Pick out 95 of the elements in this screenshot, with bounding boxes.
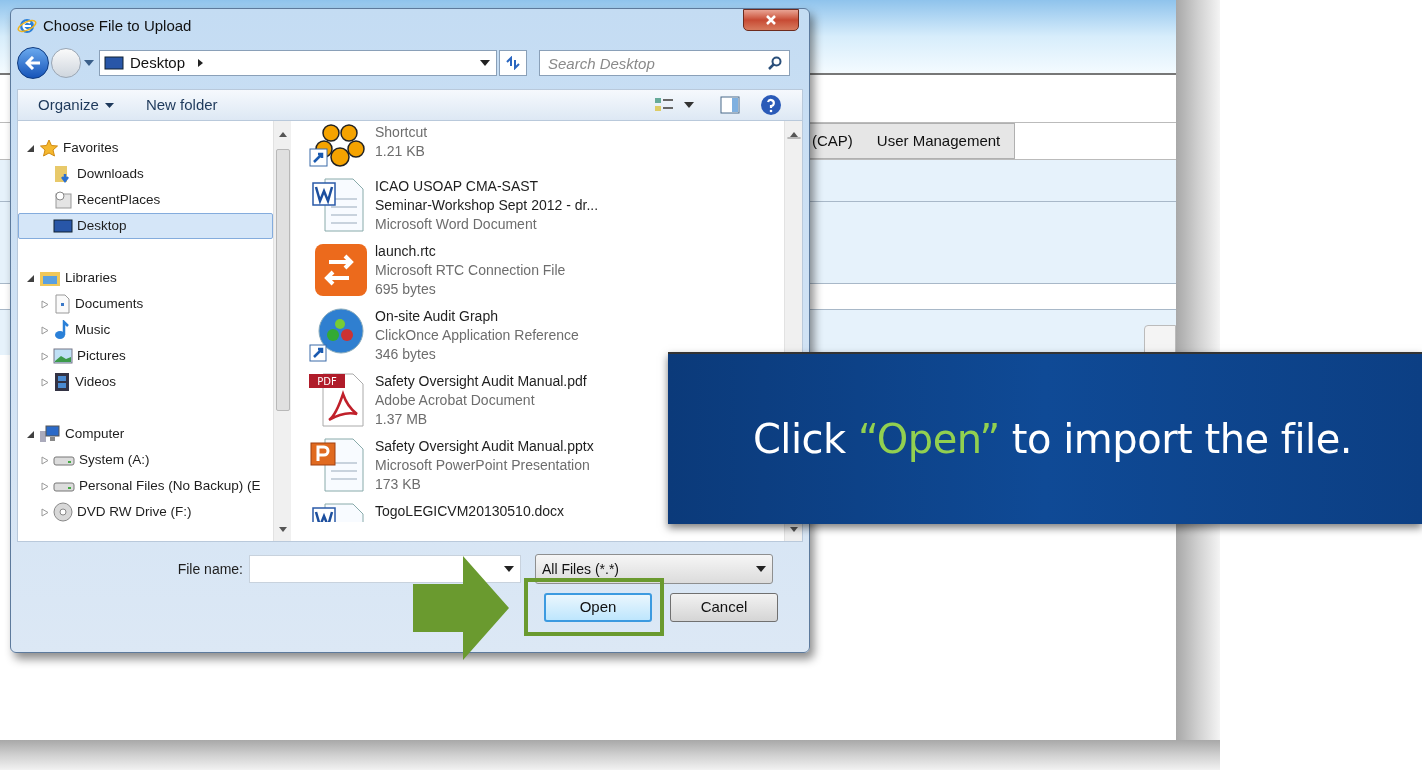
file-name-field[interactable] [249, 555, 521, 583]
document-icon [53, 294, 71, 314]
file-name: Seminar-Workshop Sept 2012 - dr... [375, 196, 599, 215]
file-size: 695 bytes [375, 280, 437, 299]
refresh-button[interactable] [499, 50, 527, 76]
nav-item[interactable]: System (A:) [18, 447, 273, 473]
search-icon [768, 56, 782, 70]
file-name-label: File name: [176, 559, 244, 579]
film-icon [53, 372, 71, 392]
file-item[interactable]: launch.rtc Microsoft RTC Connection File 695 bytes [309, 242, 566, 299]
nav-item[interactable]: Pictures [18, 343, 273, 369]
collapsed-triangle-icon[interactable] [41, 455, 49, 465]
file-type: Microsoft Word Document [375, 215, 538, 234]
collapsed-triangle-icon[interactable] [41, 377, 49, 387]
scroll-up-arrow-icon[interactable] [278, 131, 287, 137]
nav-item[interactable]: Desktop [18, 213, 273, 239]
drive-icon [53, 479, 75, 493]
dropdown-caret-icon [756, 566, 766, 572]
file-size: 1.37 MB [375, 410, 429, 429]
library-folder-icon [39, 269, 61, 287]
collapsed-triangle-icon[interactable] [41, 507, 49, 517]
file-name: Safety Oversight Audit Manual.pdf [375, 372, 587, 391]
pdf-label: PDF [317, 376, 337, 387]
file-name: ICAO USOAP CMA-SAST [375, 177, 540, 196]
desktop-icon [53, 218, 73, 234]
close-button[interactable] [743, 9, 799, 31]
organize-button[interactable]: Organize [38, 93, 114, 117]
file-item[interactable]: Shortcut 1.21 KB [309, 123, 428, 169]
callout-text: Click “Open” to import the file. [752, 415, 1352, 464]
page-button[interactable] [1144, 325, 1176, 355]
cancel-button[interactable]: Cancel [670, 592, 778, 622]
nav-item[interactable]: Favorites [18, 135, 273, 161]
dropdown-caret-icon[interactable] [504, 566, 514, 572]
music-note-icon [53, 320, 71, 340]
file-type: Microsoft RTC Connection File [375, 261, 566, 280]
file-item[interactable]: PDF Safety Oversight Audit Manual.pdf Adobe Acrobat Document 1.37 MB [309, 372, 587, 429]
file-type: Adobe Acrobat Document [375, 391, 536, 410]
nav-item[interactable]: Personal Files (No Backup) (E [18, 473, 273, 499]
refresh-arrows-icon [505, 56, 521, 70]
picture-icon [53, 347, 73, 365]
file-item[interactable]: On-site Audit Graph ClickOnce Application Reference 346 bytes [309, 307, 579, 364]
collapsed-triangle-icon[interactable] [41, 351, 49, 361]
dialog-title: Choose File to Upload [43, 15, 192, 36]
drive-icon [53, 453, 75, 467]
browser-e-icon [17, 16, 37, 36]
close-icon [765, 14, 777, 26]
file-item[interactable]: Safety Oversight Audit Manual.pptx Microsoft PowerPoint Presentation 173 KB [309, 437, 594, 494]
file-name: Safety Oversight Audit Manual.pptx [375, 437, 594, 456]
address-bar[interactable]: Desktop [99, 50, 497, 76]
file-size: 173 KB [375, 475, 422, 494]
nav-item[interactable]: Music [18, 317, 273, 343]
desktop-icon [104, 55, 124, 71]
file-size: 1.21 KB [375, 142, 426, 161]
nav-item[interactable]: DVD RW Drive (F:) [18, 499, 273, 525]
dropdown-caret-icon[interactable] [480, 60, 490, 66]
scroll-down-arrow-icon[interactable] [278, 527, 287, 533]
file-type-dropdown[interactable]: All Files (*.*) [535, 554, 773, 584]
folder-clock-icon [53, 190, 73, 210]
left-arrow-icon [25, 56, 41, 70]
caret-icon [104, 102, 114, 108]
expanded-triangle-icon[interactable] [27, 429, 35, 439]
help-icon[interactable] [760, 94, 782, 116]
open-button[interactable]: Open [544, 592, 652, 622]
tab[interactable]: User Management [862, 123, 1016, 159]
caret-icon[interactable] [83, 59, 95, 67]
search-field[interactable]: Search Desktop [539, 50, 790, 76]
file-name: launch.rtc [375, 242, 437, 261]
new-folder-button[interactable]: New folder [145, 93, 218, 117]
collapsed-triangle-icon[interactable] [41, 299, 49, 309]
nav-item[interactable]: Videos [18, 369, 273, 395]
star-icon [39, 139, 59, 157]
file-item[interactable]: ICAO USOAP CMA-SAST Seminar-Workshop Sept 2012 - dr... Microsoft Word Document [309, 177, 599, 234]
nav-item[interactable]: Downloads [18, 161, 273, 187]
nav-item[interactable]: Computer [18, 421, 273, 447]
back-button[interactable] [17, 47, 49, 79]
scroll-down-arrow-icon[interactable] [789, 527, 798, 533]
scroll-up-arrow-icon[interactable] [789, 131, 798, 137]
nav-item[interactable]: Documents [18, 291, 273, 317]
file-name: TogoLEGICVM20130510.docx [375, 502, 565, 521]
file-size: 346 bytes [375, 345, 437, 364]
collapsed-triangle-icon[interactable] [41, 325, 49, 335]
file-type: ClickOnce Application Reference [375, 326, 579, 345]
expanded-triangle-icon[interactable] [27, 273, 35, 283]
view-options-icon[interactable] [654, 96, 674, 114]
file-name: On-site Audit Graph [375, 307, 499, 326]
computer-icon [39, 425, 61, 443]
nav-item[interactable]: RecentPlaces [18, 187, 273, 213]
collapsed-triangle-icon[interactable] [41, 481, 49, 491]
expanded-triangle-icon[interactable] [27, 143, 35, 153]
nav-item[interactable]: Libraries [18, 265, 273, 291]
scrollbar[interactable] [273, 121, 291, 541]
disc-icon [53, 502, 73, 522]
caret-icon[interactable] [684, 102, 694, 108]
file-type: Microsoft PowerPoint Presentation [375, 456, 591, 475]
file-type: Shortcut [375, 123, 428, 142]
